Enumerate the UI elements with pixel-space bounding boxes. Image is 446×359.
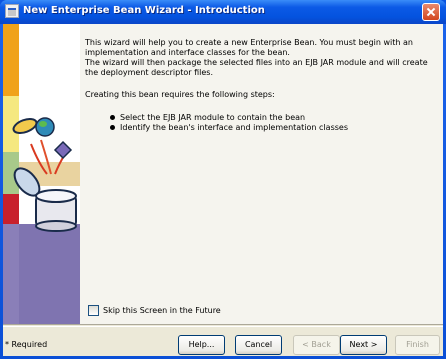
close-icon[interactable] [422, 3, 440, 21]
wizard-sidebar [3, 24, 80, 324]
cancel-button[interactable]: Cancel [235, 335, 282, 355]
list-item: Select the EJB JAR module to contain the… [109, 113, 348, 123]
intro-paragraph: This wizard will help you to create a ne… [85, 38, 428, 77]
wizard-window: New Enterprise Bean Wizard - Introductio… [0, 0, 446, 359]
skip-screen-checkbox[interactable] [88, 305, 99, 316]
steps-list: Select the EJB JAR module to contain the… [109, 113, 348, 133]
wizard-illustration [3, 24, 80, 324]
window-title: New Enterprise Bean Wizard - Introductio… [23, 5, 265, 16]
help-button[interactable]: Help... [178, 335, 225, 355]
next-button[interactable]: Next > [340, 335, 387, 355]
required-note: * Required [5, 340, 48, 349]
title-bar[interactable]: New Enterprise Bean Wizard - Introductio… [0, 0, 446, 24]
skip-screen-option[interactable]: Skip this Screen in the Future [88, 305, 221, 316]
wizard-content: This wizard will help you to create a ne… [80, 24, 443, 324]
steps-heading: Creating this bean requires the followin… [85, 90, 275, 99]
back-button[interactable]: < Back [293, 335, 340, 355]
wizard-client-area: This wizard will help you to create a ne… [3, 24, 443, 356]
list-item: Identify the bean's interface and implem… [109, 123, 348, 133]
window-icon [5, 4, 19, 18]
footer-divider [3, 324, 443, 327]
finish-button[interactable]: Finish [395, 335, 440, 355]
skip-screen-label[interactable]: Skip this Screen in the Future [103, 306, 221, 315]
